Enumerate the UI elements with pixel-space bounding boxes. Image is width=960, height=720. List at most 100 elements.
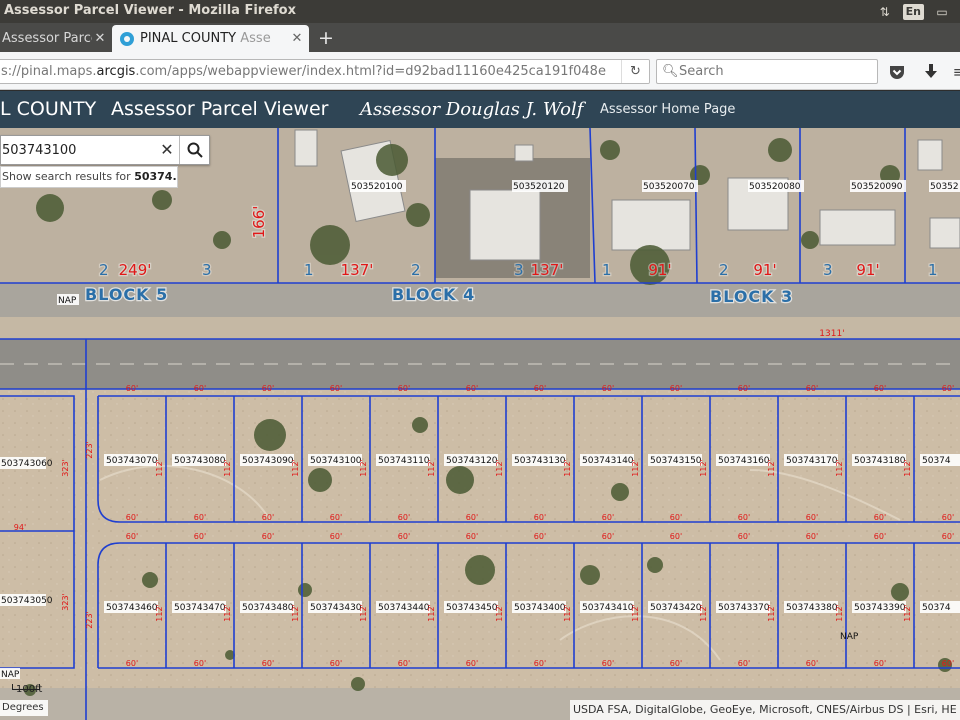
dimension-label: 323' (61, 593, 70, 610)
dimension-label: 60' (738, 513, 750, 522)
parcel-number: 503743450 (446, 603, 498, 613)
network-icon[interactable]: ⇅ (875, 3, 895, 21)
dimension-label: 60' (194, 513, 206, 522)
parcel-number: 503743400 (514, 603, 566, 613)
dimension-label: 60' (806, 384, 818, 393)
dimension-label: 60' (194, 532, 206, 541)
dimension-label: 60' (942, 659, 954, 668)
parcel-number: 503743170 (786, 456, 838, 466)
parcel-number: 503743090 (242, 456, 294, 466)
dimension-label: 60' (738, 384, 750, 393)
search-button[interactable] (179, 136, 210, 164)
reload-icon[interactable]: ↻ (621, 60, 649, 83)
block-label: BLOCK 4 (392, 285, 475, 304)
parcel-number: 503520100 (351, 182, 403, 192)
dimension-label: 60' (194, 384, 206, 393)
map-canvas[interactable]: 503520100 503520120 503520070 503520080 5035… (0, 128, 960, 720)
parcel-number: 503743160 (718, 456, 770, 466)
search-suggestion[interactable]: Show search results for 50374... (0, 166, 178, 188)
clear-search-icon[interactable]: ✕ (155, 137, 179, 163)
search-placeholder: Search (679, 64, 724, 79)
dimension-label: 112' (903, 459, 912, 476)
browser-search-field[interactable]: 🔍︎ Search (656, 59, 878, 84)
search-icon: 🔍︎ (662, 64, 679, 79)
dimension-label: 60' (194, 659, 206, 668)
parcel-number: 503743430 (310, 603, 362, 613)
dimension-label: 112' (359, 604, 368, 621)
dimension-label: 60' (942, 513, 954, 522)
map-view[interactable]: 503520100 503520120 503520070 503520080 5035… (0, 128, 960, 720)
dimension-label: 91' (648, 261, 671, 279)
dimension-label: 112' (427, 604, 436, 621)
lot-number: 2 (719, 261, 729, 279)
dimension-label: 112' (223, 459, 232, 476)
pocket-icon[interactable] (886, 61, 908, 83)
dimension-label: 112' (631, 604, 640, 621)
dimension-label: 112' (699, 604, 708, 621)
dimension-label: 60' (262, 384, 274, 393)
parcel-number: 503743110 (378, 456, 430, 466)
dimension-label: 91' (856, 261, 879, 279)
tab-strip: Assessor Parcel Viewer - P ✕ PINAL COUNT… (0, 23, 960, 52)
nap-label: NAP (1, 670, 20, 680)
battery-icon[interactable]: ▭ (932, 3, 952, 21)
dimension-label: 112' (155, 604, 164, 621)
parcel-number: 503743180 (854, 456, 906, 466)
dimension-label: 60' (670, 513, 682, 522)
dimension-label: 60' (942, 532, 954, 541)
dimension-label: 60' (330, 513, 342, 522)
lot-number: 2 (411, 261, 421, 279)
dimension-label: 112' (495, 459, 504, 476)
dimension-label: 166' (250, 206, 268, 239)
parcel-search-widget: ✕ (0, 135, 210, 165)
dimension-label: 137' (341, 261, 374, 279)
url-bar[interactable]: s://pinal.maps.arcgis.com/apps/webappvie… (0, 59, 650, 84)
dimension-label: 323' (61, 459, 70, 476)
close-icon[interactable]: ✕ (92, 31, 108, 46)
parcel-number: 503743120 (446, 456, 498, 466)
dimension-label: 60' (398, 384, 410, 393)
dimension-label: 112' (223, 604, 232, 621)
url-host: arcgis (96, 64, 136, 79)
dimension-label: 112' (631, 459, 640, 476)
new-tab-button[interactable]: + (314, 26, 338, 50)
dimension-label: 112' (495, 604, 504, 621)
dimension-label: 60' (262, 659, 274, 668)
dimension-label: 112' (563, 459, 572, 476)
map-attribution: USDA FSA, DigitalGlobe, GeoEye, Microsof… (570, 700, 960, 720)
nap-label: NAP (58, 296, 77, 306)
download-icon[interactable] (920, 61, 942, 83)
parcel-search-input[interactable] (1, 136, 153, 164)
tab-pinal-county[interactable]: PINAL COUNTY Asse ✕ (112, 25, 309, 52)
parcel-number: 503520070 (643, 182, 695, 192)
parcel-number: 503743380 (786, 603, 838, 613)
parcel-number: 503743390 (854, 603, 906, 613)
window-title: Assessor Parcel Viewer - Mozilla Firefox (4, 3, 296, 18)
dimension-label: 112' (359, 459, 368, 476)
parcel-number: 503743480 (242, 603, 294, 613)
block-label: BLOCK 5 (85, 285, 168, 304)
dimension-label: 60' (806, 532, 818, 541)
dimension-label: 60' (806, 513, 818, 522)
dimension-label: 112' (155, 459, 164, 476)
dimension-label: 60' (262, 513, 274, 522)
road-shoulder (0, 317, 960, 339)
menu-icon[interactable]: ≡ (948, 61, 960, 83)
parcel-number: 50374 (922, 456, 951, 466)
window-titlebar: Assessor Parcel Viewer - Mozilla Firefox… (0, 0, 960, 23)
assessor-name: Assessor Douglas J. Wolf (360, 99, 584, 120)
coordinate-readout: Degrees (0, 700, 48, 716)
assessor-home-link[interactable]: Assessor Home Page (600, 102, 735, 117)
close-icon[interactable]: ✕ (289, 31, 305, 46)
url-prefix: s://pinal.maps. (1, 64, 97, 79)
dimension-label: 223' (85, 441, 94, 458)
dimension-label: 60' (534, 513, 546, 522)
dimension-label: 60' (602, 532, 614, 541)
tab-assessor-parcel-viewer[interactable]: Assessor Parcel Viewer - P ✕ (0, 25, 112, 52)
dimension-label: 112' (767, 459, 776, 476)
navigation-toolbar: s://pinal.maps.arcgis.com/apps/webappvie… (0, 52, 960, 90)
dimension-label: 60' (126, 659, 138, 668)
dimension-label: 60' (330, 384, 342, 393)
parcel-number: 503743100 (310, 456, 362, 466)
keyboard-language-indicator[interactable]: En (902, 3, 924, 20)
